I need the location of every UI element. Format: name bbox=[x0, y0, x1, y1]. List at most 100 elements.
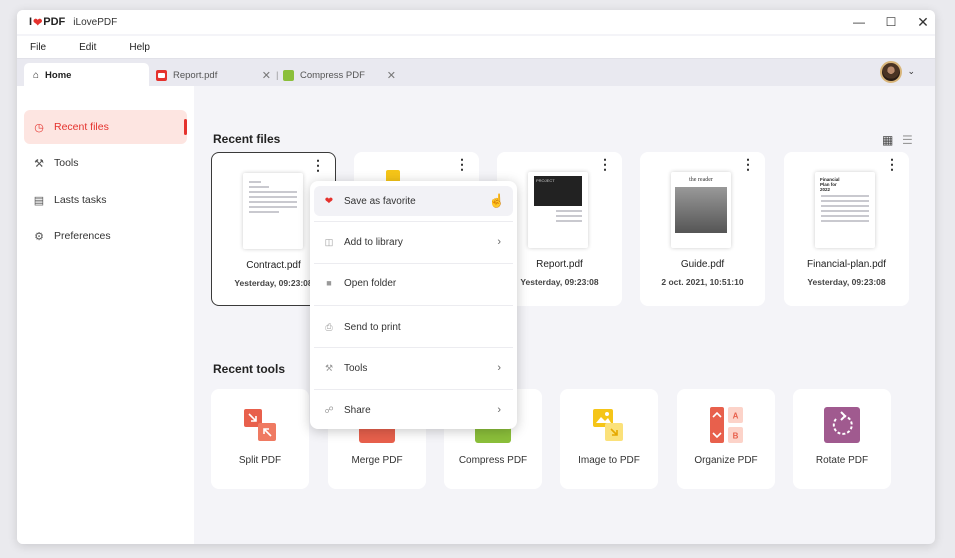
tab-close-icon[interactable]: ✕ bbox=[262, 69, 271, 82]
file-thumbnail: the reader bbox=[671, 172, 731, 248]
app-title: iLovePDF bbox=[73, 16, 118, 28]
tool-label: Organize PDF bbox=[694, 455, 758, 466]
tab-separator: | bbox=[276, 69, 279, 81]
sidebar: ◷ Recent files ⚒ Tools ▤ Lasts tasks ⚙ P… bbox=[17, 86, 194, 544]
file-thumbnail: Financial Plan for 2022 bbox=[815, 172, 875, 248]
wrench-icon: ⚒ bbox=[324, 362, 334, 373]
menu-item-share[interactable]: ☍ Share › bbox=[314, 395, 513, 425]
tab-compress-label: Compress PDF bbox=[300, 69, 365, 81]
logo-text: PDF bbox=[43, 16, 66, 28]
grid-view-icon[interactable]: ▦ bbox=[882, 133, 893, 147]
clock-icon: ◷ bbox=[34, 121, 44, 134]
list-view-icon[interactable]: ☰ bbox=[902, 133, 913, 147]
chevron-right-icon: › bbox=[497, 404, 501, 416]
gear-icon: ⚙ bbox=[34, 230, 44, 243]
menu-edit[interactable]: Edit bbox=[79, 42, 96, 53]
sidebar-item-tools[interactable]: ⚒ Tools bbox=[24, 146, 187, 180]
tab-home-label: Home bbox=[45, 69, 72, 81]
home-icon: ⌂ bbox=[33, 69, 40, 81]
svg-text:A: A bbox=[733, 412, 739, 421]
heart-icon: ❤ bbox=[324, 195, 334, 207]
tool-card-image-to-pdf[interactable]: Image to PDF bbox=[560, 389, 658, 489]
sidebar-item-label: Recent files bbox=[54, 121, 109, 133]
sidebar-item-preferences[interactable]: ⚙ Preferences bbox=[24, 219, 187, 253]
tool-card-split-pdf[interactable]: Split PDF bbox=[211, 389, 309, 489]
minimize-icon[interactable]: — bbox=[843, 10, 875, 34]
close-icon[interactable]: ✕ bbox=[907, 10, 935, 34]
menu-item-label: Add to library bbox=[344, 236, 403, 248]
share-icon: ☍ bbox=[324, 404, 334, 415]
organize-pdf-icon: A B bbox=[710, 407, 743, 443]
more-options-icon[interactable]: ⋮ bbox=[885, 157, 899, 171]
chevron-right-icon: › bbox=[497, 236, 501, 248]
menu-divider bbox=[314, 389, 513, 390]
menu-item-send-print[interactable]: ⎙ Send to print bbox=[314, 312, 513, 342]
compress-tool-icon bbox=[283, 69, 294, 81]
tool-label: Split PDF bbox=[238, 455, 282, 466]
file-name: Guide.pdf bbox=[680, 259, 725, 270]
file-date: Yesterday, 09:23:08 bbox=[807, 277, 886, 287]
menu-divider bbox=[314, 221, 513, 222]
more-options-icon[interactable]: ⋮ bbox=[311, 158, 325, 172]
file-card-financial-plan[interactable]: Financial Plan for 2022 ⋮ Financial-plan… bbox=[784, 152, 909, 306]
sidebar-item-label: Tools bbox=[54, 157, 79, 169]
menu-divider bbox=[314, 347, 513, 348]
svg-text:B: B bbox=[733, 432, 739, 441]
menu-divider bbox=[314, 263, 513, 264]
menu-item-label: Save as favorite bbox=[344, 195, 416, 207]
image-to-pdf-icon bbox=[593, 409, 623, 441]
menu-item-tools[interactable]: ⚒ Tools › bbox=[314, 353, 513, 383]
rotate-pdf-icon bbox=[824, 407, 860, 443]
file-thumbnail bbox=[243, 173, 303, 249]
main-content: Recent files ▦ ☰ ⋮ Contract.pdf Yesterda… bbox=[194, 86, 935, 544]
menu-help[interactable]: Help bbox=[129, 42, 150, 53]
printer-icon: ⎙ bbox=[325, 321, 333, 332]
chevron-down-icon[interactable]: ⌄ bbox=[907, 66, 915, 77]
hand-cursor-icon: ☝ bbox=[488, 193, 505, 208]
tool-label: Merge PDF bbox=[351, 455, 403, 466]
recent-tools-title: Recent tools bbox=[213, 362, 286, 376]
sidebar-item-label: Preferences bbox=[54, 230, 111, 242]
menu-divider bbox=[314, 305, 513, 306]
menu-item-open-folder[interactable]: ■ Open folder bbox=[314, 268, 513, 298]
tab-close-icon[interactable]: ✕ bbox=[387, 69, 396, 82]
menu-item-label: Send to print bbox=[344, 321, 401, 333]
report-thumb-title: PROJECT bbox=[534, 176, 582, 206]
file-date: 2 oct. 2021, 10:51:10 bbox=[661, 277, 744, 287]
menu-file[interactable]: File bbox=[30, 42, 46, 53]
menu-item-save-favorite[interactable]: ❤ Save as favorite ☝ bbox=[314, 186, 513, 216]
more-options-icon[interactable]: ⋮ bbox=[598, 157, 612, 171]
more-options-icon[interactable]: ⋮ bbox=[741, 157, 755, 171]
sidebar-item-recent-files[interactable]: ◷ Recent files bbox=[24, 110, 187, 144]
app-logo: I ❤ PDF bbox=[29, 16, 65, 29]
menu-item-add-library[interactable]: ◫ Add to library › bbox=[314, 227, 513, 257]
more-options-icon[interactable]: ⋮ bbox=[455, 157, 469, 171]
menu-bar: File Edit Help bbox=[17, 36, 935, 58]
file-thumbnail: PROJECT bbox=[528, 172, 588, 248]
tab-bar: ⌂ Home Report.pdf ✕ | Compress PDF ✕ ⌄ bbox=[17, 58, 935, 87]
file-card-guide[interactable]: the reader ⋮ Guide.pdf 2 oct. 2021, 10:5… bbox=[640, 152, 765, 306]
menu-item-label: Open folder bbox=[344, 277, 397, 289]
chevron-right-icon: › bbox=[497, 362, 501, 374]
logo-prefix: I bbox=[29, 16, 33, 28]
tool-label: Compress PDF bbox=[458, 455, 528, 466]
tab-report[interactable]: Report.pdf ✕ bbox=[156, 63, 271, 87]
heart-logo-icon: ❤ bbox=[33, 16, 43, 29]
tool-card-organize-pdf[interactable]: A B Organize PDF bbox=[677, 389, 775, 489]
guide-thumb-title: the reader bbox=[689, 177, 713, 183]
tool-label: Image to PDF bbox=[578, 455, 640, 466]
clipboard-icon: ▤ bbox=[33, 194, 45, 207]
avatar[interactable] bbox=[880, 61, 902, 83]
library-icon: ◫ bbox=[324, 236, 334, 247]
maximize-icon[interactable]: ☐ bbox=[875, 10, 907, 34]
app-window: I ❤ PDF iLovePDF — ☐ ✕ File Edit Help ⌂ … bbox=[17, 10, 935, 544]
guide-thumb-photo bbox=[675, 187, 727, 233]
recent-files-title: Recent files bbox=[213, 132, 281, 146]
title-bar: I ❤ PDF iLovePDF — ☐ ✕ bbox=[17, 10, 935, 34]
tab-compress[interactable]: Compress PDF ✕ bbox=[283, 63, 396, 87]
tool-card-rotate-pdf[interactable]: Rotate PDF bbox=[793, 389, 891, 489]
tab-home[interactable]: ⌂ Home bbox=[24, 63, 149, 87]
sidebar-item-lasts-tasks[interactable]: ▤ Lasts tasks bbox=[24, 183, 187, 217]
tab-report-label: Report.pdf bbox=[173, 69, 218, 81]
pdf-file-icon bbox=[156, 69, 167, 81]
